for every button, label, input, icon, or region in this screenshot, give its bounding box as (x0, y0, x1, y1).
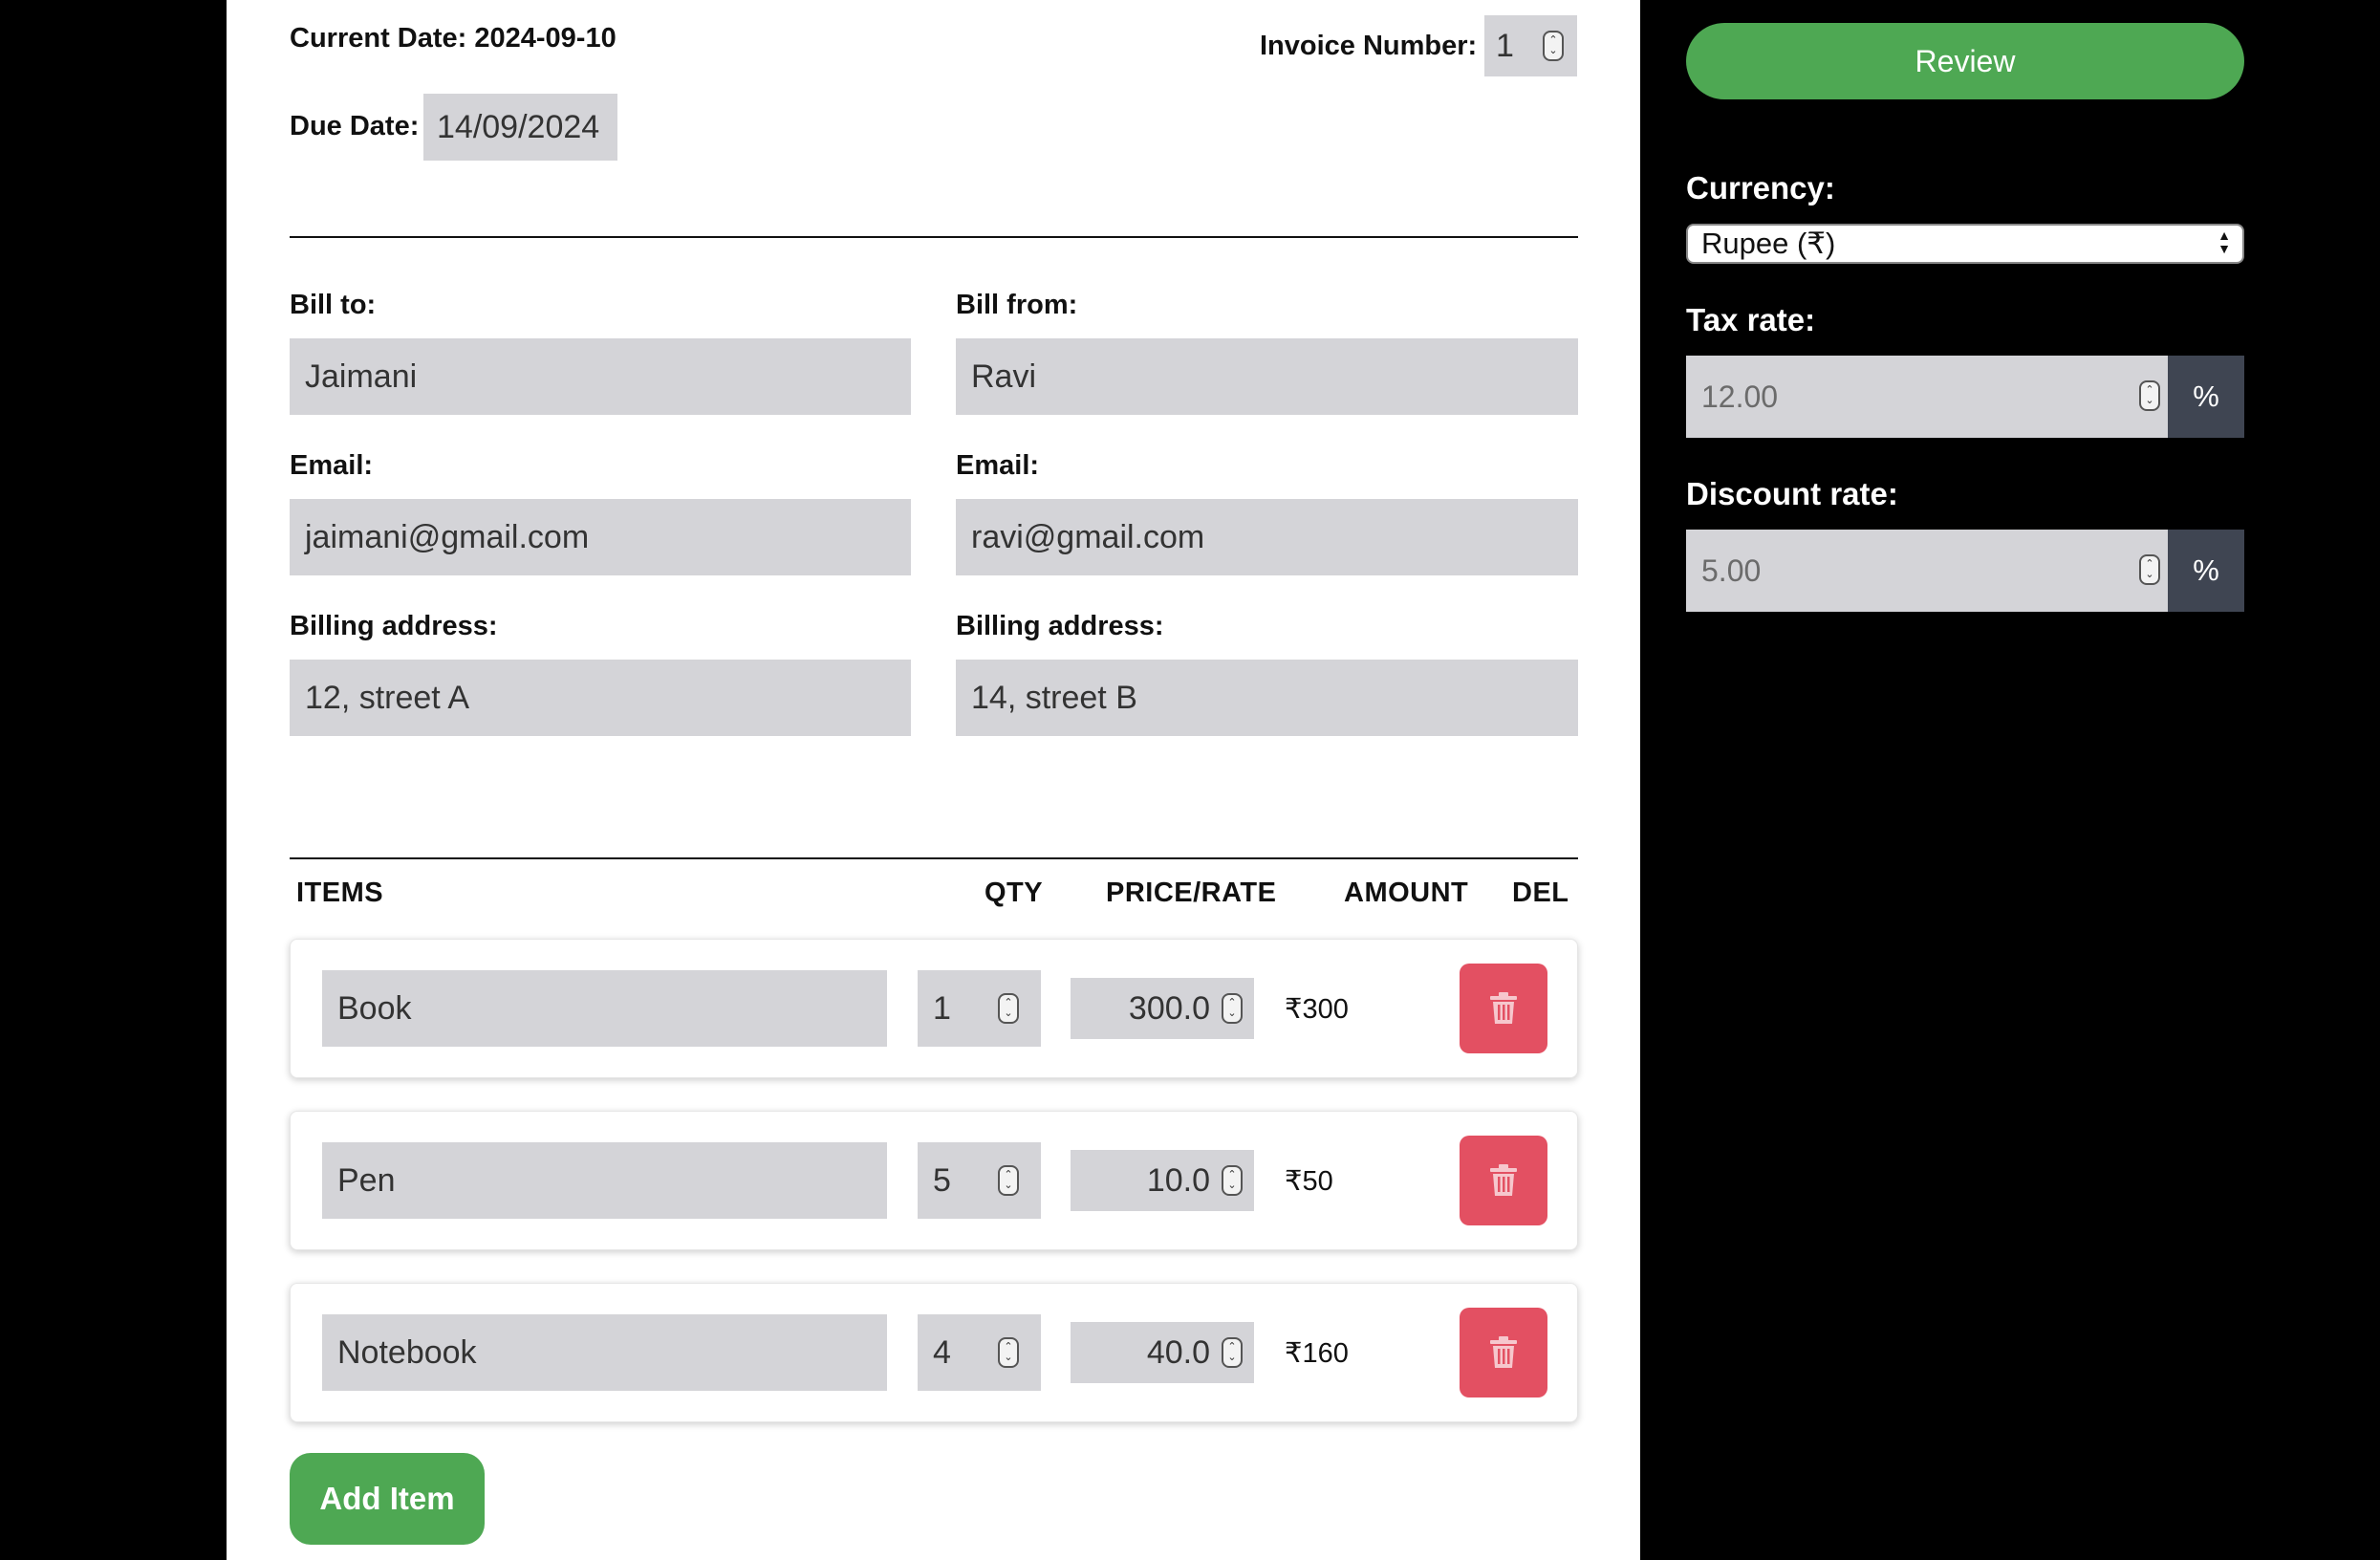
bill-to-name-value: Jaimani (305, 358, 418, 395)
bill-to-email-input[interactable]: jaimani@gmail.com (290, 499, 911, 575)
item-price-value: 40.0 (1146, 1333, 1210, 1371)
tax-rate-input[interactable]: 12.00 ⌃ ⌄ (1686, 356, 2168, 438)
item-name-input[interactable]: Notebook (322, 1314, 887, 1391)
due-date-value: 14/09/2024 (437, 108, 600, 145)
item-qty-value: 1 (933, 989, 951, 1027)
item-qty-input[interactable]: 1 ⌃ ⌄ (918, 970, 1041, 1047)
review-button[interactable]: Review (1686, 23, 2244, 99)
item-price-value: 10.0 (1146, 1161, 1210, 1199)
due-date-input[interactable]: 14/09/2024 (423, 94, 617, 161)
invoice-settings-sidebar: Review Currency: Rupee (₹) ▲ ▼ Tax rate: … (1640, 0, 2380, 1560)
delete-item-button[interactable] (1460, 1308, 1547, 1398)
item-qty-spinner[interactable]: ⌃ ⌄ (998, 1337, 1019, 1368)
col-header-items: ITEMS (296, 878, 384, 908)
discount-rate-input[interactable]: 5.00 ⌃ ⌄ (1686, 530, 2168, 612)
item-price-value: 300.0 (1128, 989, 1210, 1027)
current-date-label: Current Date: (290, 23, 467, 54)
items-divider (290, 857, 1578, 859)
bill-from-label: Bill from: (956, 290, 1078, 320)
discount-percent-addon: % (2168, 530, 2244, 612)
invoice-form-panel: Current Date: 2024-09-10 Invoice Number:… (227, 0, 1640, 1560)
item-amount: ₹160 (1285, 1338, 1349, 1369)
bill-from-email-label: Email: (956, 450, 1040, 481)
item-qty-input[interactable]: 5 ⌃ ⌄ (918, 1142, 1041, 1219)
select-arrows-icon: ▲ ▼ (2218, 228, 2231, 256)
bill-to-email-label: Email: (290, 450, 374, 481)
bill-to-address-input[interactable]: 12, street A (290, 660, 911, 736)
bill-to-name-input[interactable]: Jaimani (290, 338, 911, 415)
current-date: Current Date: 2024-09-10 (290, 23, 617, 54)
discount-rate-label: Discount rate: (1686, 476, 1898, 511)
item-name-value: Book (337, 989, 412, 1027)
item-price-spinner[interactable]: ⌃ ⌄ (1222, 1337, 1243, 1368)
bill-from-address-value: 14, street B (971, 679, 1137, 716)
item-name-value: Notebook (337, 1333, 477, 1371)
discount-rate-value: 5.00 (1701, 552, 1762, 588)
bill-to-address-label: Billing address: (290, 611, 498, 641)
bill-to-email-value: jaimani@gmail.com (305, 518, 590, 555)
trash-icon (1490, 992, 1517, 1024)
tax-percent-addon: % (2168, 356, 2244, 438)
item-name-value: Pen (337, 1161, 396, 1199)
current-date-value: 2024-09-10 (474, 23, 617, 54)
trash-icon (1490, 1164, 1517, 1196)
bill-from-email-value: ravi@gmail.com (971, 518, 1205, 555)
currency-select[interactable]: Rupee (₹) ▲ ▼ (1686, 224, 2244, 264)
item-qty-spinner[interactable]: ⌃ ⌄ (998, 1165, 1019, 1196)
delete-item-button[interactable] (1460, 964, 1547, 1053)
item-price-input[interactable]: 40.0 ⌃ ⌄ (1071, 1322, 1254, 1383)
bill-from-address-label: Billing address: (956, 611, 1164, 641)
review-label: Review (1915, 43, 2016, 78)
col-header-qty: QTY (984, 878, 1044, 908)
item-row: Pen 5 ⌃ ⌄ 10.0 ⌃ ⌄ ₹50 (290, 1111, 1578, 1250)
invoice-number-label: Invoice Number: (1260, 31, 1478, 61)
item-price-input[interactable]: 10.0 ⌃ ⌄ (1071, 1150, 1254, 1211)
discount-percent-symbol: % (2193, 553, 2219, 587)
col-header-amount: AMOUNT (1344, 878, 1469, 908)
item-row: Book 1 ⌃ ⌄ 300.0 ⌃ ⌄ ₹300 (290, 939, 1578, 1078)
col-header-del: DEL (1512, 878, 1569, 908)
item-qty-input[interactable]: 4 ⌃ ⌄ (918, 1314, 1041, 1391)
add-item-label: Add Item (319, 1481, 455, 1516)
header-divider (290, 236, 1578, 238)
item-row: Notebook 4 ⌃ ⌄ 40.0 ⌃ ⌄ ₹160 (290, 1283, 1578, 1422)
item-price-input[interactable]: 300.0 ⌃ ⌄ (1071, 978, 1254, 1039)
bill-from-name-value: Ravi (971, 358, 1037, 395)
tax-percent-symbol: % (2193, 379, 2219, 413)
item-price-spinner[interactable]: ⌃ ⌄ (1222, 993, 1243, 1024)
currency-label: Currency: (1686, 170, 1835, 206)
currency-selected-value: Rupee (₹) (1701, 227, 1836, 260)
bill-to-address-value: 12, street A (305, 679, 469, 716)
col-header-price: PRICE/RATE (1106, 878, 1277, 908)
tax-rate-value: 12.00 (1701, 379, 1779, 414)
item-amount: ₹300 (1285, 994, 1349, 1025)
item-qty-value: 5 (933, 1161, 951, 1199)
item-qty-value: 4 (933, 1333, 951, 1371)
delete-item-button[interactable] (1460, 1136, 1547, 1225)
bill-from-email-input[interactable]: ravi@gmail.com (956, 499, 1578, 575)
add-item-button[interactable]: Add Item (290, 1453, 485, 1545)
item-amount: ₹50 (1285, 1166, 1333, 1197)
invoice-number-spinner[interactable]: ⌃ ⌄ (1543, 31, 1564, 61)
trash-icon (1490, 1336, 1517, 1368)
item-name-input[interactable]: Book (322, 970, 887, 1047)
invoice-number-value: 1 (1496, 27, 1514, 64)
tax-rate-spinner[interactable]: ⌃ ⌄ (2139, 380, 2160, 411)
bill-from-name-input[interactable]: Ravi (956, 338, 1578, 415)
bill-from-address-input[interactable]: 14, street B (956, 660, 1578, 736)
invoice-number-input[interactable]: 1 ⌃ ⌄ (1484, 15, 1577, 76)
bill-to-label: Bill to: (290, 290, 377, 320)
item-qty-spinner[interactable]: ⌃ ⌄ (998, 993, 1019, 1024)
discount-rate-spinner[interactable]: ⌃ ⌄ (2139, 554, 2160, 585)
item-price-spinner[interactable]: ⌃ ⌄ (1222, 1165, 1243, 1196)
tax-rate-label: Tax rate: (1686, 302, 1816, 337)
due-date-label: Due Date: (290, 111, 420, 141)
item-name-input[interactable]: Pen (322, 1142, 887, 1219)
